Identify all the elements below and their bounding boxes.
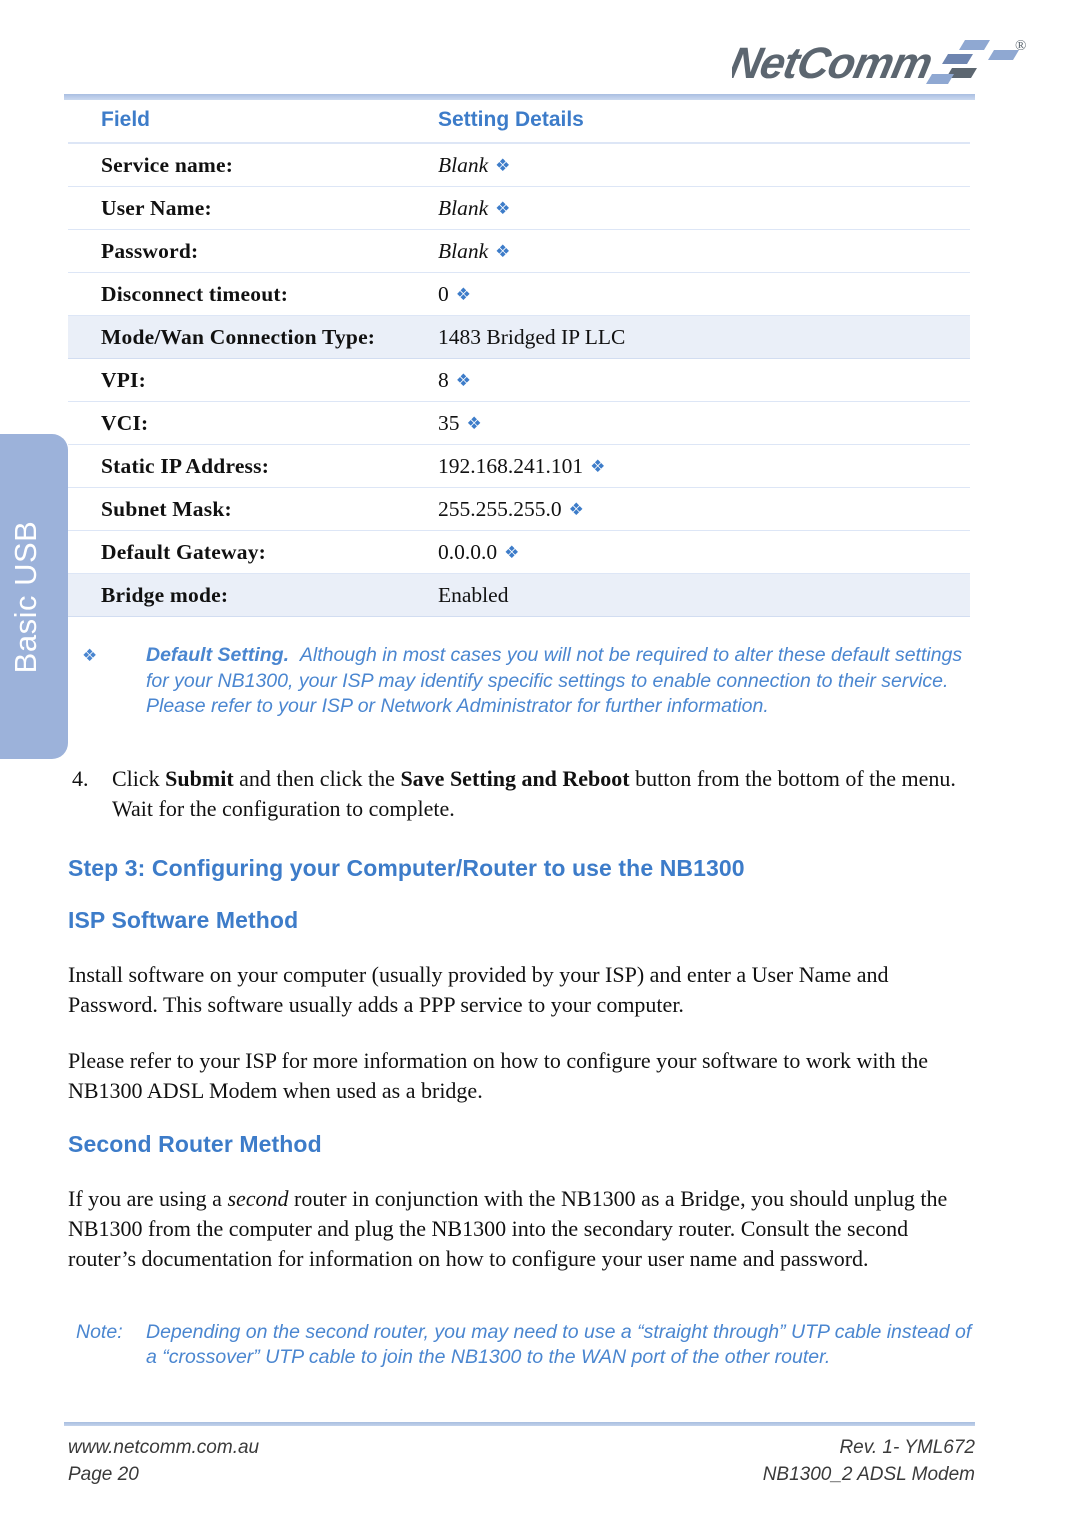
diamond-bullet-icon: ❖ xyxy=(590,456,605,476)
heading-step-3: Step 3: Configuring your Computer/Router… xyxy=(68,854,745,881)
table-cell-field: VCI: xyxy=(68,401,438,445)
table-row: Bridge mode: Enabled xyxy=(68,573,970,617)
table-row: VCI: 35 ❖ xyxy=(68,401,970,445)
table-cell-value-text: 0 xyxy=(438,281,449,306)
table-cell-value-text: Blank xyxy=(438,152,489,177)
table-cell-value-text: Blank xyxy=(438,195,489,220)
table-row: Static IP Address: 192.168.241.101 ❖ xyxy=(68,444,970,488)
paragraph-isp-2: Please refer to your ISP for more inform… xyxy=(68,1047,929,1103)
footer-rule xyxy=(64,1422,975,1426)
table-row: Password: Blank ❖ xyxy=(68,229,970,273)
table-row: VPI: 8 ❖ xyxy=(68,358,970,402)
default-setting-note-lead: Default Setting. xyxy=(146,644,290,666)
diamond-bullet-icon: ❖ xyxy=(568,499,584,519)
svg-text:NetComm: NetComm xyxy=(732,39,936,87)
table-cell-value-text: 0.0.0.0 xyxy=(438,539,498,564)
bottom-note-text: Depending on the second router, you may … xyxy=(146,1320,972,1369)
footer-row-top: www.netcomm.com.au Rev. 1- YML672 xyxy=(68,1434,975,1461)
diamond-bullet-icon: ❖ xyxy=(82,646,97,665)
diamond-bullet-icon: ❖ xyxy=(495,155,510,175)
paragraph-isp-1: Install software on your computer (usual… xyxy=(68,961,889,1017)
step-4-item: 4. Click Submit and then click the Save … xyxy=(68,764,975,824)
table-row: User Name: Blank ❖ xyxy=(68,186,970,230)
table-cell-field: Disconnect timeout: xyxy=(68,272,438,316)
netcomm-logo-icon: NetComm ® xyxy=(732,38,1026,88)
paragraph-second-router-italic: second xyxy=(227,1185,289,1211)
settings-table: Field Setting Details Service name: Blank… xyxy=(68,100,970,617)
diamond-bullet-icon: ❖ xyxy=(495,241,510,261)
paragraph-second-router: If you are using a second router in conj… xyxy=(68,1184,975,1274)
table-cell-field: Default Gateway: xyxy=(68,530,438,574)
table-cell-value-text: 192.168.241.101 xyxy=(438,453,584,478)
table-cell-field: User Name: xyxy=(68,186,438,230)
table-cell-field: VPI: xyxy=(68,358,438,402)
registered-mark: ® xyxy=(1015,38,1026,54)
table-cell-value: 192.168.241.101 ❖ xyxy=(438,444,970,488)
page-content: Field Setting Details Service name: Blank… xyxy=(68,100,975,1371)
step-4-bold-submit: Submit xyxy=(165,765,234,791)
table-row: Mode/Wan Connection Type: 1483 Bridged IP… xyxy=(68,315,970,359)
table-cell-value: Blank ❖ xyxy=(438,186,970,230)
table-cell-value-text: 255.255.255.0 xyxy=(438,496,562,521)
sidebar-tab-basic-usb[interactable]: Basic USB xyxy=(0,434,68,759)
table-cell-field: Mode/Wan Connection Type: xyxy=(68,315,438,359)
table-cell-field: Static IP Address: xyxy=(68,444,438,488)
netcomm-logo: NetComm ® xyxy=(732,26,1032,92)
table-cell-value-text: 35 xyxy=(438,410,460,435)
table-cell-value: 255.255.255.0 ❖ xyxy=(438,487,970,531)
heading-second-router-method: Second Router Method xyxy=(68,1130,322,1157)
table-cell-value: 0 ❖ xyxy=(438,272,970,316)
footer-revision: Rev. 1- YML672 xyxy=(839,1437,975,1458)
step-4-bold-save-setting: Save Setting and Reboot xyxy=(400,765,630,791)
table-cell-value: Enabled xyxy=(438,573,970,617)
footer-row-bottom: Page 20 NB1300_2 ADSL Modem xyxy=(68,1461,975,1488)
table-cell-field: Bridge mode: xyxy=(68,573,438,617)
footer-product: NB1300_2 ADSL Modem xyxy=(762,1464,975,1485)
table-cell-value: 1483 Bridged IP LLC xyxy=(438,315,970,359)
column-header-field: Field xyxy=(68,100,438,144)
table-cell-field: Service name: xyxy=(68,143,438,187)
default-setting-note: ❖ Default Setting. Although in most case… xyxy=(68,643,975,720)
step-4-text-part2: and then click the xyxy=(233,765,401,791)
table-cell-value-text: Enabled xyxy=(438,582,509,607)
heading-isp-software-method: ISP Software Method xyxy=(68,906,299,933)
column-header-setting-details: Setting Details xyxy=(438,100,970,144)
table-row: Subnet Mask: 255.255.255.0 ❖ xyxy=(68,487,970,531)
table-cell-value: Blank ❖ xyxy=(438,229,970,273)
paragraph-second-router-a: If you are using a xyxy=(68,1185,228,1211)
diamond-bullet-icon: ❖ xyxy=(466,413,482,433)
diamond-bullet-icon: ❖ xyxy=(455,284,471,304)
diamond-bullet-icon: ❖ xyxy=(495,198,510,218)
table-cell-value: 35 ❖ xyxy=(438,401,970,445)
table-cell-value: 8 ❖ xyxy=(438,358,970,402)
table-row: Default Gateway: 0.0.0.0 ❖ xyxy=(68,530,970,574)
table-row: Service name: Blank ❖ xyxy=(68,143,970,187)
page-footer: www.netcomm.com.au Rev. 1- YML672 Page 2… xyxy=(68,1434,975,1488)
table-cell-value: 0.0.0.0 ❖ xyxy=(438,530,970,574)
settings-table-body: Service name: Blank ❖ User Name: Blank ❖ Passw… xyxy=(68,143,970,617)
diamond-bullet-icon: ❖ xyxy=(504,542,519,562)
table-cell-value: Blank ❖ xyxy=(438,143,970,187)
note-label: Note: xyxy=(76,1320,123,1343)
bottom-note: Note: Depending on the second router, yo… xyxy=(68,1320,975,1371)
table-row: Disconnect timeout: 0 ❖ xyxy=(68,272,970,316)
table-cell-field: Subnet Mask: xyxy=(68,487,438,531)
diamond-bullet-icon: ❖ xyxy=(455,370,471,390)
footer-page-number: Page 20 xyxy=(68,1464,139,1485)
table-cell-value-text: 1483 Bridged IP LLC xyxy=(438,324,626,349)
table-header-row: Field Setting Details xyxy=(68,100,970,144)
footer-website: www.netcomm.com.au xyxy=(68,1437,260,1458)
step-4-text-part1: Click xyxy=(112,765,166,791)
step-4-number: 4. xyxy=(72,765,89,791)
table-cell-value-text: Blank xyxy=(438,238,489,263)
table-cell-value-text: 8 xyxy=(438,367,449,392)
sidebar-tab-label: Basic USB xyxy=(8,520,43,673)
table-cell-field: Password: xyxy=(68,229,438,273)
